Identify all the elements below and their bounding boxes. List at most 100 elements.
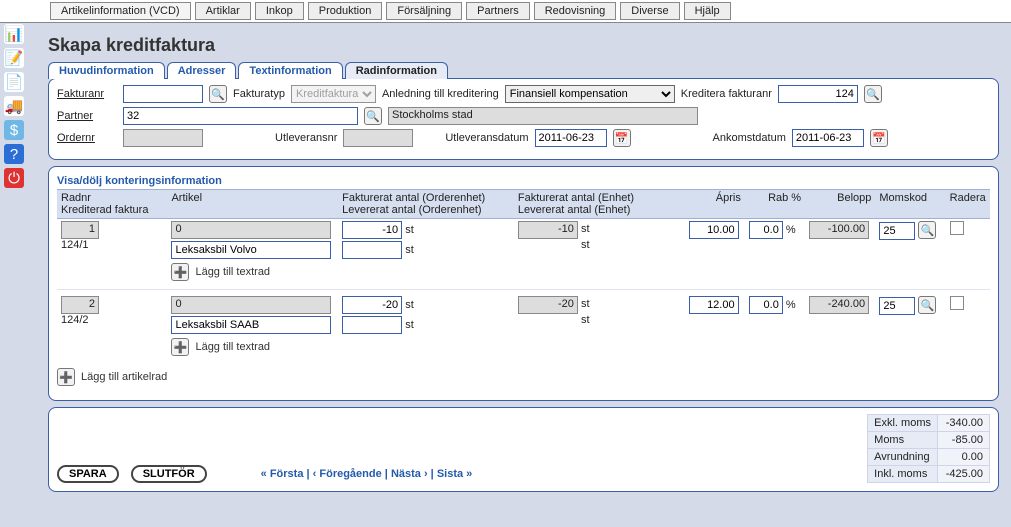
artikel-code-display: 0 [171, 296, 331, 314]
momskod-lookup-button[interactable]: 🔍 [918, 221, 936, 239]
page-tab-radinformation[interactable]: Radinformation [345, 62, 448, 79]
topnav-tab-4[interactable]: Försäljning [386, 2, 462, 20]
utleveransdatum-label: Utleveransdatum [445, 132, 528, 144]
nav-first[interactable]: « Första [261, 468, 304, 480]
add-artikelrad-button[interactable]: ➕ Lägg till artikelrad [57, 368, 990, 386]
topnav-tab-7[interactable]: Diverse [620, 2, 679, 20]
add-textrad-button[interactable]: ➕Lägg till textrad [171, 338, 334, 356]
topnav-tab-8[interactable]: Hjälp [684, 2, 731, 20]
fakt-enhet-display: -20 [518, 296, 578, 314]
momskod-input[interactable] [879, 297, 915, 315]
sidebar: 📊 📝 📄 🚚 $? ⏻ [0, 20, 28, 188]
radera-checkbox[interactable] [950, 296, 964, 310]
unit-label: st [405, 224, 414, 236]
col-radera: Radera [946, 190, 990, 219]
kreditera-lookup-button[interactable]: 🔍 [864, 85, 882, 103]
topnav-tab-2[interactable]: Inkop [255, 2, 304, 20]
kreditera-input[interactable] [778, 85, 858, 103]
footer-panel: SPARA SLUTFÖR « Första | ‹ Föregående | … [48, 407, 999, 492]
partner-name-display: Stockholms stad [388, 107, 698, 125]
fakturatyp-label: Fakturatyp [233, 88, 285, 100]
radera-checkbox[interactable] [950, 221, 964, 235]
add-textrow-icon: ➕ [171, 263, 189, 281]
col-lev-enhet: Levererat antal (Enhet) [518, 204, 681, 216]
fakt-order-input[interactable] [342, 296, 402, 314]
anledning-label: Anledning till kreditering [382, 88, 499, 100]
page-tabs: HuvudinformationAdresserTextinformationR… [48, 62, 999, 79]
line-row: 2124/20➕Lägg till textrad st st-20 st st… [57, 294, 990, 364]
col-krediterad: Krediterad faktura [61, 204, 163, 216]
nav-last[interactable]: Sista » [437, 468, 472, 480]
page-tab-textinformation[interactable]: Textinformation [238, 62, 342, 79]
totals-table: Exkl. moms-340.00 Moms-85.00 Avrundning0… [867, 414, 990, 483]
rab-input[interactable] [749, 221, 783, 239]
col-radnr: Radnr [61, 192, 91, 204]
total-inkl-label: Inkl. moms [868, 466, 938, 483]
add-textrow-icon: ➕ [171, 338, 189, 356]
fakt-order-input[interactable] [342, 221, 402, 239]
apris-input[interactable] [689, 296, 739, 314]
fakturanr-input[interactable] [123, 85, 203, 103]
unit-label: st [581, 223, 590, 235]
topnav-tab-6[interactable]: Redovisning [534, 2, 617, 20]
momskod-lookup-button[interactable]: 🔍 [918, 296, 936, 314]
header-panel: Fakturanr 🔍 Fakturatyp Kreditfaktura Anl… [48, 78, 999, 160]
belopp-display: -100.00 [809, 221, 869, 239]
add-row-icon: ➕ [57, 368, 75, 386]
page-tab-adresser[interactable]: Adresser [167, 62, 237, 79]
chart-icon[interactable]: 📊 [4, 24, 24, 44]
nav-next[interactable]: Nästa › [391, 468, 428, 480]
partner-lookup-button[interactable]: 🔍 [364, 107, 382, 125]
ankomstdatum-input[interactable] [792, 129, 864, 147]
artikel-name-input[interactable] [171, 316, 331, 334]
topnav-tab-1[interactable]: Artiklar [195, 2, 251, 20]
doc-icon[interactable]: 📄 [4, 72, 24, 92]
page-tab-huvudinformation[interactable]: Huvudinformation [48, 62, 165, 79]
total-moms-label: Moms [868, 432, 938, 449]
lines-table: RadnrKrediterad faktura Artikel Fakturer… [57, 189, 990, 364]
page-title: Skapa kreditfaktura [48, 35, 999, 56]
utleveransnr-display [343, 129, 413, 147]
topnav-tab-0[interactable]: Artikelinformation (VCD) [50, 2, 191, 20]
lev-order-input[interactable] [342, 241, 402, 259]
anledning-select[interactable]: Finansiell kompensation [505, 85, 675, 103]
partner-label: Partner [57, 110, 117, 122]
col-belopp: Belopp [805, 190, 875, 219]
artikel-name-input[interactable] [171, 241, 331, 259]
spara-button[interactable]: SPARA [57, 465, 119, 483]
topnav-tab-5[interactable]: Partners [466, 2, 530, 20]
unit-label: st [405, 299, 414, 311]
truck-icon[interactable]: 🚚 [4, 96, 24, 116]
unit-label: st [581, 239, 590, 251]
col-rab: Rab % [745, 190, 805, 219]
power-icon[interactable]: ⏻ [4, 168, 24, 188]
col-momskod: Momskod [875, 190, 945, 219]
rab-input[interactable] [749, 296, 783, 314]
lev-order-input[interactable] [342, 316, 402, 334]
total-avr: 0.00 [938, 449, 990, 466]
partner-input[interactable] [123, 107, 358, 125]
add-textrad-button[interactable]: ➕Lägg till textrad [171, 263, 334, 281]
col-fakt-order: Fakturerat antal (Orderenhet) [342, 192, 485, 204]
note-icon[interactable]: 📝 [4, 48, 24, 68]
utleveransdatum-input[interactable] [535, 129, 607, 147]
utleveransdatum-calendar-button[interactable]: 📅 [613, 129, 631, 147]
ankomstdatum-label: Ankomstdatum [713, 132, 786, 144]
money-icon[interactable]: $ [4, 120, 24, 140]
line-row: 1124/10➕Lägg till textrad st st-10 st st… [57, 219, 990, 290]
fakturanr-lookup-button[interactable]: 🔍 [209, 85, 227, 103]
belopp-display: -240.00 [809, 296, 869, 314]
toggle-kontering[interactable]: Visa/dölj konteringsinformation [57, 173, 990, 189]
total-moms: -85.00 [938, 432, 990, 449]
topnav-tab-3[interactable]: Produktion [308, 2, 383, 20]
help-icon[interactable]: ? [4, 144, 24, 164]
momskod-input[interactable] [879, 222, 915, 240]
radnr-display: 2 [61, 296, 99, 314]
total-inkl: -425.00 [938, 466, 990, 483]
lines-panel: Visa/dölj konteringsinformation RadnrKre… [48, 166, 999, 401]
nav-prev[interactable]: ‹ Föregående [313, 468, 382, 480]
slutfor-button[interactable]: SLUTFÖR [131, 465, 207, 483]
apris-input[interactable] [689, 221, 739, 239]
radnr-display: 1 [61, 221, 99, 239]
ankomstdatum-calendar-button[interactable]: 📅 [870, 129, 888, 147]
